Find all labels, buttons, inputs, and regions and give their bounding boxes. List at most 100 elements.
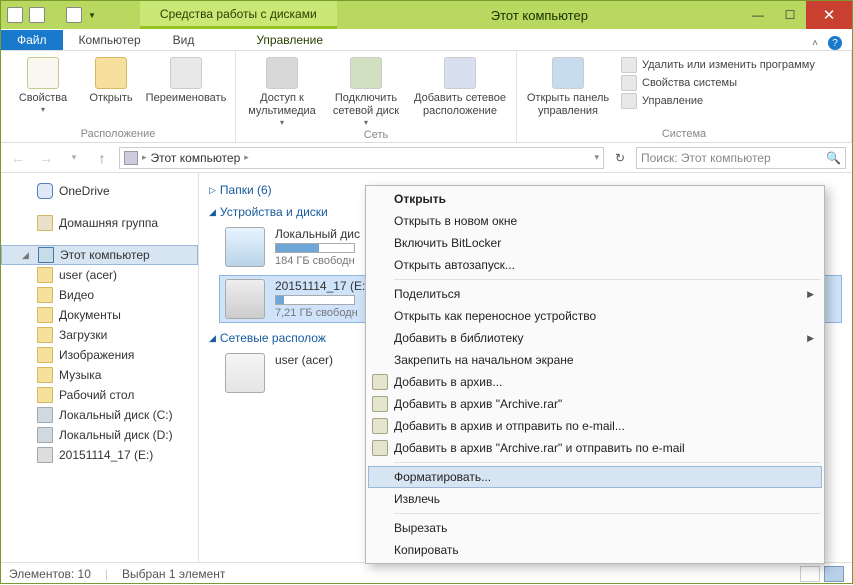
ribbon-properties[interactable]: Свойства ▾ [7,55,79,126]
ribbon-manage[interactable]: Управление [621,93,815,109]
media-icon [266,57,298,89]
winrar-icon [372,440,388,456]
qat-properties-icon[interactable] [29,7,45,23]
ribbon-add-netloc[interactable]: Добавить сетевое расположение [410,55,510,127]
ctx-format[interactable]: Форматировать... [368,466,822,488]
minimize-button[interactable]: — [742,1,774,29]
sidebar-item-downloads[interactable]: Загрузки [1,325,198,345]
collapse-icon: ▷ [209,185,216,196]
mediaserver-icon [225,353,265,393]
qat-newfolder-icon[interactable] [66,7,82,23]
ribbon-sys-props[interactable]: Свойства системы [621,75,815,91]
usage-bar [275,295,355,305]
view-tiles-button[interactable] [824,566,844,582]
ctx-share[interactable]: Поделиться▶ [368,283,822,305]
ribbon-collapse-icon[interactable]: ˄ [812,38,818,49]
sidebar-item-onedrive[interactable]: OneDrive [1,181,198,201]
search-box[interactable]: Поиск: Этот компьютер 🔍 [636,147,846,169]
ribbon-tabs: Файл Компьютер Вид Управление ˄ ? [1,29,852,51]
sidebar-item-homegroup[interactable]: Домашняя группа [1,213,198,233]
nav-back-button[interactable]: ← [7,147,29,169]
status-item-count: Элементов: 10 [9,567,91,581]
address-path: Этот компьютер [151,151,241,165]
drive-icon [37,427,53,443]
winrar-icon [372,374,388,390]
refresh-button[interactable]: ↻ [610,147,630,169]
pc-icon [38,247,54,263]
folder-icon [37,287,53,303]
status-selection: Выбран 1 элемент [122,567,225,581]
title-bar: ▼ Средства работы с дисками Этот компьют… [1,1,852,29]
ribbon-rename[interactable]: Переименовать [143,55,229,126]
sidebar-item-desktop[interactable]: Рабочий стол [1,385,198,405]
ctx-add-archive[interactable]: Добавить в архив... [368,371,822,393]
drive-icon [225,279,265,319]
ctx-archive-email[interactable]: Добавить в архив и отправить по e-mail..… [368,415,822,437]
expand-icon: ◢ [209,207,216,218]
ctx-eject[interactable]: Извлечь [368,488,822,510]
ctx-open[interactable]: Открыть [368,188,822,210]
sidebar-item-drive-d[interactable]: Локальный диск (D:) [1,425,198,445]
expand-icon[interactable]: ◢ [22,250,32,261]
sidebar-item-user[interactable]: user (acer) [1,265,198,285]
ctx-pin-start[interactable]: Закрепить на начальном экране [368,349,822,371]
ribbon-control-panel[interactable]: Открыть панель управления [523,55,613,126]
nav-bar: ← → ▾ ↑ ▸ Этот компьютер ▸ ▾ ↻ Поиск: Эт… [1,143,852,173]
ribbon: Свойства ▾ Открыть Переименовать Располо… [1,51,852,143]
ctx-portable-device[interactable]: Открыть как переносное устройство [368,305,822,327]
sidebar-item-documents[interactable]: Документы [1,305,198,325]
tab-file[interactable]: Файл [1,30,63,50]
drive-icon [225,227,265,267]
sidebar-item-drive-e[interactable]: 20151114_17 (E:) [1,445,198,465]
folder-icon [37,367,53,383]
window-title: Этот компьютер [337,1,742,29]
drive-icon [37,447,53,463]
ctx-archive-rar-email[interactable]: Добавить в архив "Archive.rar" и отправи… [368,437,822,459]
app-icon[interactable] [7,7,23,23]
nav-up-button[interactable]: ↑ [91,147,113,169]
submenu-arrow-icon: ▶ [807,333,814,344]
search-icon: 🔍 [826,151,841,165]
ctx-open-new-window[interactable]: Открыть в новом окне [368,210,822,232]
nav-history-dropdown[interactable]: ▾ [63,147,85,169]
folder-icon [37,327,53,343]
nav-forward-button[interactable]: → [35,147,57,169]
sidebar-item-video[interactable]: Видео [1,285,198,305]
tab-computer[interactable]: Компьютер [63,30,157,50]
address-bar[interactable]: ▸ Этот компьютер ▸ ▾ [119,147,604,169]
ctx-add-archive-rar[interactable]: Добавить в архив "Archive.rar" [368,393,822,415]
ctx-copy[interactable]: Копировать [368,539,822,561]
uninstall-icon [621,57,637,73]
search-placeholder: Поиск: Этот компьютер [641,151,771,165]
sidebar-item-drive-c[interactable]: Локальный диск (C:) [1,405,198,425]
folder-icon [37,347,53,363]
ribbon-uninstall[interactable]: Удалить или изменить программу [621,57,815,73]
ribbon-open[interactable]: Открыть [83,55,139,126]
sidebar-item-pictures[interactable]: Изображения [1,345,198,365]
ribbon-group-network: Доступ к мультимедиа ▾ Подключить сетево… [236,51,517,142]
submenu-arrow-icon: ▶ [807,289,814,300]
onedrive-icon [37,183,53,199]
help-icon[interactable]: ? [828,36,842,50]
ribbon-map-drive[interactable]: Подключить сетевой диск ▾ [326,55,406,127]
tab-view[interactable]: Вид [157,30,211,50]
view-details-button[interactable] [800,566,820,582]
close-button[interactable]: ✕ [806,1,852,29]
quick-access-toolbar: ▼ [1,1,102,29]
sidebar-item-music[interactable]: Музыка [1,365,198,385]
add-location-icon [444,57,476,89]
contextual-tab-title: Средства работы с дисками [140,1,337,29]
ribbon-group-location: Свойства ▾ Открыть Переименовать Располо… [1,51,236,142]
context-menu: Открыть Открыть в новом окне Включить Bi… [365,185,825,564]
folder-icon [37,387,53,403]
ctx-bitlocker[interactable]: Включить BitLocker [368,232,822,254]
winrar-icon [372,396,388,412]
ctx-cut[interactable]: Вырезать [368,517,822,539]
tab-manage[interactable]: Управление [240,30,339,50]
sidebar-item-this-pc[interactable]: ◢Этот компьютер [1,245,198,265]
ctx-add-library[interactable]: Добавить в библиотеку▶ [368,327,822,349]
ctx-autorun[interactable]: Открыть автозапуск... [368,254,822,276]
ribbon-media-access[interactable]: Доступ к мультимедиа ▾ [242,55,322,127]
qat-dropdown-icon[interactable]: ▼ [88,11,96,20]
maximize-button[interactable]: ☐ [774,1,806,29]
